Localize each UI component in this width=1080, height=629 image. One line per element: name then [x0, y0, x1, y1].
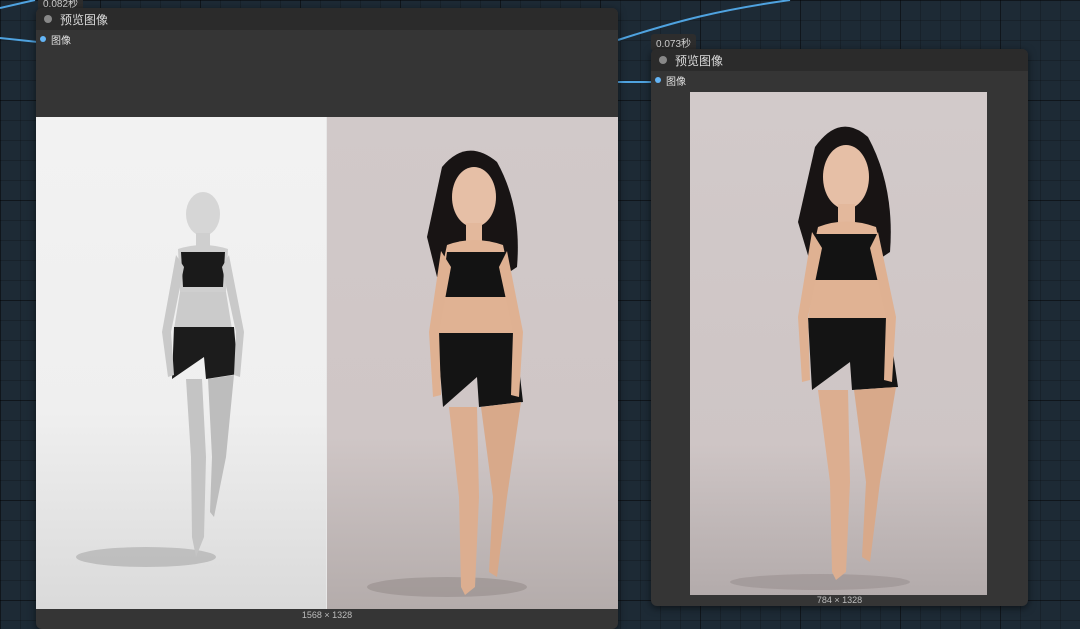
- node-header[interactable]: 预览图像: [36, 8, 618, 30]
- collapse-dot-icon[interactable]: [659, 56, 667, 64]
- node-header[interactable]: 预览图像: [651, 49, 1028, 71]
- preview-image-node-left[interactable]: 预览图像 图像 1568 × 1328: [36, 8, 618, 629]
- woman-figure: [367, 150, 527, 597]
- wire-top-left: [0, 0, 36, 9]
- preview-image: [690, 92, 987, 595]
- node-title: 预览图像: [60, 12, 109, 27]
- input-dot-icon[interactable]: [40, 36, 46, 42]
- image-input-slot[interactable]: 图像: [36, 30, 618, 48]
- mannequin-panel: [36, 117, 326, 609]
- mannequin-figure: [76, 192, 244, 567]
- input-dot-icon[interactable]: [655, 77, 661, 83]
- woman-figure: [730, 126, 910, 590]
- preview-image-node-right[interactable]: 预览图像 图像 784 × 1328: [651, 49, 1028, 606]
- input-label: 图像: [666, 76, 686, 88]
- wire-top-right: [617, 0, 791, 41]
- collapse-dot-icon[interactable]: [44, 15, 52, 23]
- input-label: 图像: [51, 35, 71, 47]
- preview-image: [36, 117, 618, 609]
- photo-panel: [327, 117, 618, 609]
- image-dimensions: 1568 × 1328: [301, 610, 353, 620]
- wire-to-left-node: [0, 37, 39, 43]
- node-title: 预览图像: [675, 53, 724, 68]
- image-input-slot[interactable]: 图像: [651, 71, 1028, 89]
- image-dimensions: 784 × 1328: [816, 595, 863, 605]
